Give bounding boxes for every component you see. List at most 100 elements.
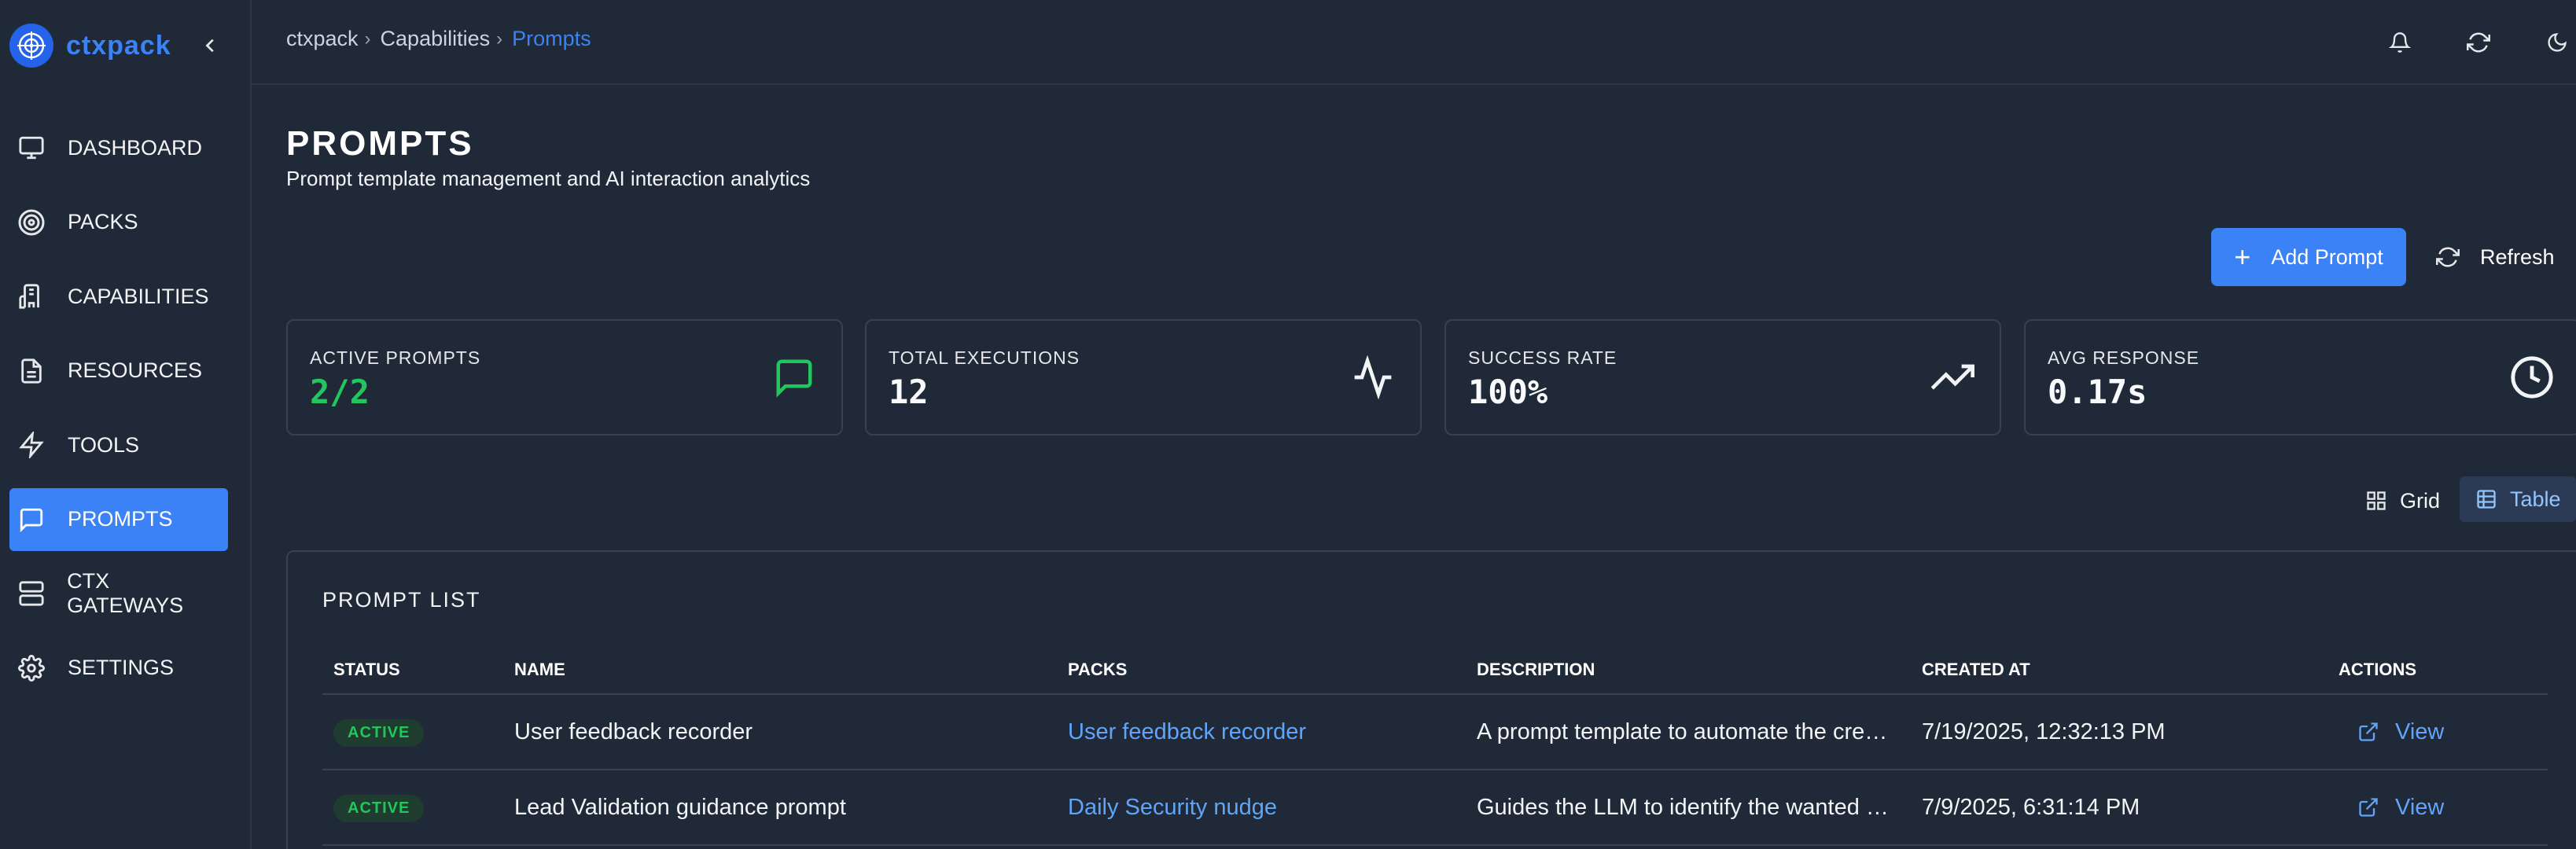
collapse-sidebar-button[interactable] xyxy=(198,33,223,58)
panel-title: PROMPT LIST xyxy=(322,588,481,612)
column-header-description[interactable]: DESCRIPTION xyxy=(1477,660,1595,680)
stat-label: AVG RESPONSE xyxy=(2048,347,2200,368)
status-cell: ACTIVE xyxy=(333,793,425,822)
monitor-icon xyxy=(16,132,47,164)
breadcrumb: ctxpack › Capabilities › Prompts xyxy=(286,27,591,51)
prompt-name: Lead Validation guidance prompt xyxy=(514,794,846,820)
column-header-packs[interactable]: PACKS xyxy=(1068,660,1127,680)
view-label: View xyxy=(2395,719,2445,744)
theme-toggle-button[interactable] xyxy=(2538,24,2576,61)
stat-card-total-executions: TOTAL EXECUTIONS 12 xyxy=(865,319,1422,436)
sidebar-item-label: CAPABILITIES xyxy=(68,284,209,308)
target-icon xyxy=(16,207,47,238)
bolt-icon xyxy=(16,429,47,461)
view-button[interactable]: View xyxy=(2357,719,2444,745)
sidebar-item-label: CTX GATEWAYS xyxy=(67,569,184,617)
sidebar: ctxpack DASHBOARD PACKS CAPABILITIES RES… xyxy=(0,0,252,849)
stat-value: 2/2 xyxy=(310,373,370,411)
stat-value: 100% xyxy=(1468,373,1548,411)
breadcrumb-current: Prompts xyxy=(512,27,591,50)
sidebar-item-label: DASHBOARD xyxy=(68,135,203,160)
moon-icon xyxy=(2548,33,2567,52)
column-header-created-at[interactable]: CREATED AT xyxy=(1922,660,2030,680)
external-link-icon xyxy=(2357,796,2379,818)
stat-value: 12 xyxy=(889,373,929,411)
message-icon xyxy=(16,504,47,535)
prompt-list-panel: PROMPT LIST STATUS NAME PACKS DESCRIPTIO… xyxy=(286,550,2576,849)
pack-link[interactable]: Daily Security nudge xyxy=(1068,795,1461,821)
top-bar: ctxpack › Capabilities › Prompts xyxy=(252,0,2576,85)
column-header-name[interactable]: NAME xyxy=(514,660,565,680)
refresh-label: Refresh xyxy=(2480,244,2555,269)
refresh-icon xyxy=(2467,32,2490,53)
logo[interactable]: ctxpack xyxy=(9,22,245,69)
sidebar-item-label: SETTINGS xyxy=(68,656,175,679)
breadcrumb-item[interactable]: ctxpack xyxy=(286,27,359,51)
prompt-name: User feedback recorder xyxy=(514,719,753,744)
stat-value: 0.17s xyxy=(2048,373,2147,411)
table-row[interactable]: ACTIVE User feedback recorder User feedb… xyxy=(322,695,2548,770)
sidebar-item-ctx-gateways[interactable]: CTX GATEWAYS xyxy=(9,562,228,625)
sidebar-item-label: TOOLS xyxy=(68,432,140,457)
view-button[interactable]: View xyxy=(2357,795,2444,821)
sidebar-item-capabilities[interactable]: CAPABILITIES xyxy=(9,265,228,328)
gear-icon xyxy=(16,652,47,684)
prompt-table: STATUS NAME PACKS DESCRIPTION CREATED AT… xyxy=(322,646,2548,846)
building-icon xyxy=(16,281,47,312)
prompt-description: A prompt template to automate the cre… xyxy=(1477,719,1888,744)
refresh-button[interactable]: Refresh xyxy=(2436,228,2576,286)
table-header: STATUS NAME PACKS DESCRIPTION CREATED AT… xyxy=(322,646,2548,695)
plus-icon: + xyxy=(2234,241,2251,273)
chevron-right-icon: › xyxy=(496,28,503,50)
add-prompt-button[interactable]: + Add Prompt xyxy=(2211,228,2406,286)
external-link-icon xyxy=(2357,721,2379,743)
grid-icon xyxy=(2365,490,2387,512)
created-at: 7/9/2025, 6:31:14 PM xyxy=(1922,794,2140,820)
trending-up-icon xyxy=(1929,354,1976,401)
sidebar-item-label: PACKS xyxy=(68,210,138,233)
status-badge: ACTIVE xyxy=(333,794,425,822)
stat-card-success-rate: SUCCESS RATE 100% xyxy=(1444,319,2001,436)
bell-icon xyxy=(2389,32,2411,53)
sidebar-nav: DASHBOARD PACKS CAPABILITIES RESOURCES T… xyxy=(9,116,228,711)
stat-card-avg-response: AVG RESPONSE 0.17s xyxy=(2024,319,2576,436)
view-table-button[interactable]: Table xyxy=(2460,476,2576,522)
chevron-left-icon xyxy=(205,39,214,53)
view-grid-button[interactable]: Grid xyxy=(2365,480,2440,522)
add-prompt-label: Add Prompt xyxy=(2271,244,2383,269)
sidebar-item-label: PROMPTS xyxy=(68,507,173,531)
status-badge: ACTIVE xyxy=(333,719,425,747)
logo-target-icon xyxy=(9,24,53,68)
stat-label: ACTIVE PROMPTS xyxy=(310,347,481,368)
sidebar-item-tools[interactable]: TOOLS xyxy=(9,413,228,476)
pack-link[interactable]: User feedback recorder xyxy=(1068,719,1461,745)
message-icon xyxy=(771,354,818,401)
page-subtitle: Prompt template management and AI intera… xyxy=(286,167,811,190)
sidebar-item-dashboard[interactable]: DASHBOARD xyxy=(9,116,228,179)
page-title: PROMPTS xyxy=(286,124,474,163)
column-header-status[interactable]: STATUS xyxy=(333,660,400,680)
stat-card-active-prompts: ACTIVE PROMPTS 2/2 xyxy=(286,319,843,436)
prompt-description: Guides the LLM to identify the wanted … xyxy=(1477,794,1889,820)
column-header-actions: ACTIONS xyxy=(2339,660,2416,679)
stat-label: TOTAL EXECUTIONS xyxy=(889,347,1080,368)
breadcrumb-item[interactable]: Capabilities xyxy=(381,27,491,51)
clock-icon xyxy=(2508,354,2556,401)
app-name: ctxpack xyxy=(66,30,171,61)
table-row[interactable]: ACTIVE Lead Validation guidance prompt D… xyxy=(322,770,2548,846)
file-text-icon xyxy=(16,355,47,387)
server-icon xyxy=(16,578,46,609)
stat-label: SUCCESS RATE xyxy=(1468,347,1617,368)
view-label: View xyxy=(2395,794,2445,820)
sidebar-item-prompts[interactable]: PROMPTS xyxy=(9,487,228,551)
sidebar-item-settings[interactable]: SETTINGS xyxy=(9,637,228,700)
view-table-label: Table xyxy=(2510,487,2561,511)
notifications-button[interactable] xyxy=(2381,24,2419,61)
sync-button[interactable] xyxy=(2460,24,2497,61)
activity-icon xyxy=(1349,354,1397,401)
refresh-icon xyxy=(2436,245,2460,269)
sidebar-item-packs[interactable]: PACKS xyxy=(9,191,228,254)
sidebar-item-label: RESOURCES xyxy=(68,358,203,382)
table-icon xyxy=(2475,488,2497,510)
sidebar-item-resources[interactable]: RESOURCES xyxy=(9,340,228,402)
